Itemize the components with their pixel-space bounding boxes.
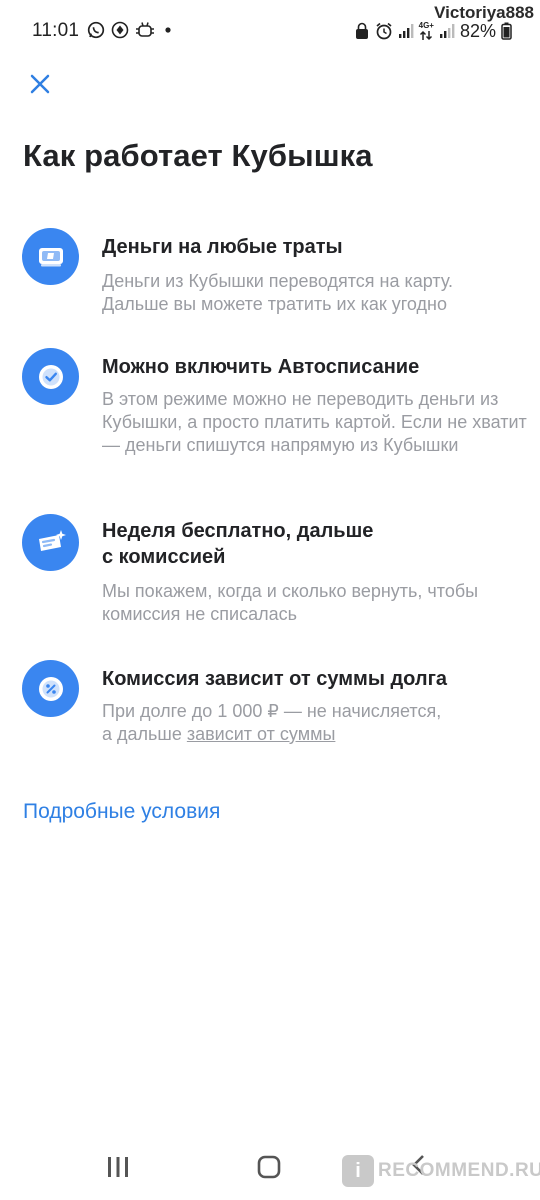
recents-icon	[108, 1157, 128, 1177]
page-title: Как работает Кубышка	[23, 138, 373, 173]
screen: 11:01 Victoriya888 4G+ 82% Как работает …	[0, 0, 540, 1200]
watermark-site: i RECOMMEND.RU	[342, 1152, 540, 1190]
feature-title-line1: Неделя бесплатно, дальше	[102, 520, 374, 542]
data-arrows-icon	[420, 30, 433, 41]
feature-description-line2: а дальше зависит от суммы	[102, 723, 527, 746]
feature-title-line2: с комиссией	[102, 546, 226, 568]
depends-on-amount-link[interactable]: зависит от суммы	[187, 724, 336, 744]
feature-description: Деньги из Кубышки переводятся на карту. …	[102, 271, 454, 314]
whatsapp-icon	[87, 21, 105, 39]
ticket-sparkle-icon	[22, 514, 79, 571]
checkmark-icon	[22, 348, 79, 405]
signal-icon-2	[439, 24, 455, 38]
feature-description: В этом режиме можно не переводить деньги…	[102, 389, 527, 455]
watermark-site-text: RECOMMEND.RU	[378, 1160, 540, 1181]
percent-icon	[22, 660, 79, 717]
status-right: 4G+ 82%	[354, 20, 512, 42]
network-type: 4G+	[418, 21, 434, 30]
close-icon	[30, 74, 50, 94]
battery-percent: 82%	[459, 20, 496, 41]
battery-icon	[501, 22, 512, 40]
feature-title: Деньги на любые траты	[102, 236, 343, 258]
feature-title: Можно включить Автосписание	[102, 356, 420, 378]
signal-icon	[398, 24, 414, 38]
feature-title: Комиссия зависит от суммы долга	[102, 668, 448, 690]
navigation-icon	[111, 21, 129, 39]
watermark-badge: i	[342, 1155, 374, 1187]
status-time: 11:01	[32, 20, 80, 41]
close-button[interactable]	[22, 66, 58, 102]
feature-description-line1: При долге до 1 000 ₽ — не начисляется,	[102, 701, 442, 721]
money-icon	[22, 228, 79, 285]
feature-title: Неделя бесплатно, дальше с комиссией	[102, 518, 522, 570]
network-indicator: 4G+	[419, 21, 434, 41]
recents-button[interactable]	[107, 1156, 129, 1183]
home-icon	[257, 1155, 281, 1179]
detailed-terms-link[interactable]: Подробные условия	[23, 800, 220, 824]
feature-description: Мы покажем, когда и сколько вернуть, что…	[102, 581, 479, 624]
feature-description: При долге до 1 000 ₽ — не начисляется, а…	[102, 700, 527, 746]
feature-description-prefix: а дальше	[102, 724, 187, 744]
notification-dot-icon	[165, 27, 171, 33]
lock-icon	[355, 22, 368, 39]
status-bar: 11:01 Victoriya888 4G+ 82%	[0, 0, 540, 60]
status-left-icons	[87, 20, 175, 40]
alarm-icon	[376, 22, 392, 40]
android-debug-icon	[136, 22, 154, 37]
home-button[interactable]	[257, 1155, 281, 1184]
